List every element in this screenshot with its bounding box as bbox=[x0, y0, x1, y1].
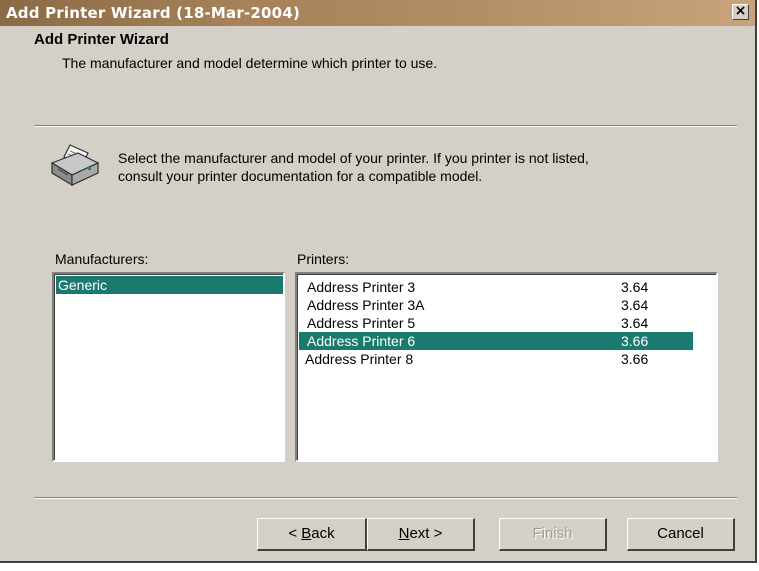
window-title: Add Printer Wizard (18-Mar-2004) bbox=[6, 4, 301, 22]
printer-item-address-printer-6[interactable]: Address Printer 6 3.66 bbox=[299, 332, 693, 350]
printer-name: Address Printer 6 bbox=[307, 333, 416, 349]
manufacturers-listbox[interactable]: Generic bbox=[52, 272, 285, 462]
add-printer-wizard-window: Add Printer Wizard (18-Mar-2004) × Add P… bbox=[0, 0, 757, 563]
title-bar[interactable]: Add Printer Wizard (18-Mar-2004) × bbox=[0, 0, 755, 26]
printers-label: Printers: bbox=[297, 251, 350, 267]
header-divider bbox=[34, 125, 737, 127]
back-button-prefix: < bbox=[288, 525, 302, 542]
wizard-header-title: Add Printer Wizard bbox=[34, 31, 169, 48]
back-button-label: ack bbox=[311, 525, 335, 542]
wizard-header-subtitle: The manufacturer and model determine whi… bbox=[62, 55, 438, 71]
manufacturer-item-generic[interactable]: Generic bbox=[56, 276, 283, 294]
printer-item-address-printer-3a[interactable]: Address Printer 3A 3.64 bbox=[299, 296, 693, 314]
printer-name: Address Printer 5 bbox=[307, 315, 416, 331]
back-button[interactable]: < Back bbox=[257, 518, 367, 551]
cancel-button[interactable]: Cancel bbox=[627, 518, 735, 551]
next-button-label: ext > bbox=[409, 525, 443, 542]
printer-name: Address Printer 8 bbox=[305, 351, 414, 367]
printer-item-address-printer-3[interactable]: Address Printer 3 3.64 bbox=[299, 278, 693, 296]
close-button[interactable]: × bbox=[732, 4, 749, 20]
printers-listbox[interactable]: Address Printer 3 3.64 Address Printer 3… bbox=[295, 272, 718, 462]
next-button-mnemonic: N bbox=[398, 525, 410, 542]
printer-item-address-printer-8[interactable]: Address Printer 8 3.66 bbox=[297, 350, 691, 368]
finish-button[interactable]: Finish bbox=[499, 518, 607, 551]
manufacturers-label: Manufacturers: bbox=[55, 251, 149, 267]
back-button-mnemonic: B bbox=[301, 525, 312, 542]
instructions-text: Select the manufacturer and model of you… bbox=[118, 149, 718, 185]
printer-version: 3.66 bbox=[621, 333, 649, 349]
close-icon: × bbox=[734, 3, 747, 19]
printer-version: 3.64 bbox=[621, 315, 649, 331]
printer-version: 3.64 bbox=[621, 297, 649, 313]
printer-item-address-printer-5[interactable]: Address Printer 5 3.64 bbox=[299, 314, 693, 332]
printer-version: 3.66 bbox=[621, 351, 649, 367]
printer-name: Address Printer 3 bbox=[307, 279, 416, 295]
instructions-line-1: Select the manufacturer and model of you… bbox=[118, 150, 589, 166]
instructions-line-2: consult your printer documentation for a… bbox=[118, 168, 483, 184]
next-button[interactable]: Next > bbox=[367, 518, 475, 551]
printer-name: Address Printer 3A bbox=[307, 297, 425, 313]
footer-divider bbox=[34, 497, 737, 499]
printer-icon bbox=[50, 144, 100, 187]
printer-version: 3.64 bbox=[621, 279, 649, 295]
